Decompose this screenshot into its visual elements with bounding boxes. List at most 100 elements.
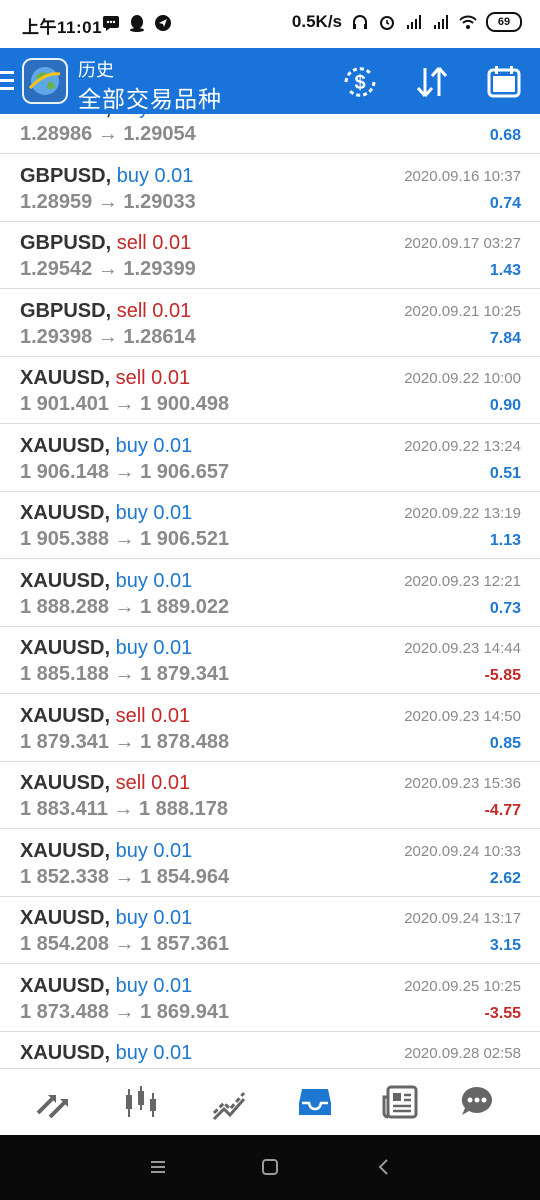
headphones-icon	[353, 15, 367, 29]
trade-side: sell 0.01	[116, 299, 192, 322]
trade-prices: 1 879.341 → 1 878.488	[20, 730, 230, 753]
trade-prices: 1 888.288 → 1 889.022	[20, 595, 230, 618]
trade-row[interactable]: XAUUSD, sell 0.01 1 879.341 → 1 878.488 20…	[0, 695, 540, 762]
trade-row[interactable]: GBPUSD, buy 0.01 1.28959 → 1.29033 2020.09…	[0, 155, 540, 222]
trade-row[interactable]: XAUUSD, buy 0.01 2020.09.28 02:58	[0, 1032, 540, 1068]
trade-side: buy 0.01	[115, 569, 193, 592]
trade-prices: 1 901.401 → 1 900.498	[20, 393, 230, 415]
trade-row[interactable]: XAUUSD, buy 0.01 1 885.188 → 1 879.341 202…	[0, 627, 540, 694]
trade-row[interactable]: XAUUSD, sell 0.01 1 901.401 → 1 900.498 20…	[0, 357, 540, 424]
trade-side: buy 0.01	[115, 434, 193, 457]
battery-icon: 69	[486, 12, 522, 32]
trade-symbol: XAUUSD	[20, 502, 105, 524]
trade-chart-icon[interactable]	[210, 1083, 248, 1121]
trade-side: buy 0.01	[115, 839, 193, 862]
page-subtitle: 历史	[78, 60, 114, 80]
trade-row[interactable]: GBPUSD, sell 0.01 1.29398 → 1.28614 2020.0…	[0, 290, 540, 357]
alarm-icon	[380, 16, 394, 30]
trade-side: buy 0.01	[115, 1042, 193, 1064]
trade-row[interactable]: GBPUSD, sell 0.01 1.29542 → 1.29399 2020.0…	[0, 222, 540, 289]
trade-side: buy 0.01	[115, 907, 193, 929]
trade-profit: 1.13	[489, 532, 521, 549]
trade-history-list[interactable]: GBPUSD, buy 0.01 1.28986 → 1.29054 2020.09…	[0, 114, 540, 1068]
trade-side: buy 0.01	[115, 502, 193, 524]
newspaper-icon[interactable]	[382, 1083, 420, 1121]
system-navigation-bar	[0, 1135, 540, 1200]
trade-prices: 1 906.148 → 1 906.657	[20, 460, 230, 483]
trade-side: buy 0.01	[117, 114, 194, 119]
trade-symbol: XAUUSD	[20, 974, 105, 997]
trade-prices: 1.28959 → 1.29033	[20, 190, 196, 213]
trade-profit: 0.73	[489, 599, 521, 617]
trade-symbol: XAUUSD	[20, 839, 105, 862]
notification-icons	[102, 14, 172, 32]
calendar-icon[interactable]	[484, 62, 524, 102]
trade-profit: 1.43	[489, 262, 521, 279]
trade-time: 2020.09.23 12:21	[404, 572, 521, 590]
trade-profit: 0.90	[489, 397, 521, 414]
trade-symbol: XAUUSD	[20, 434, 105, 457]
quotes-arrows-icon[interactable]	[34, 1083, 72, 1121]
back-icon[interactable]	[374, 1157, 394, 1177]
trade-row[interactable]: XAUUSD, buy 0.01 1 854.208 → 1 857.361 202…	[0, 897, 540, 964]
status-right: 0.5K/s 69	[292, 12, 522, 32]
trade-row[interactable]: GBPUSD, buy 0.01 1.28986 → 1.29054 2020.09…	[0, 114, 540, 154]
trade-title: GBPUSD, buy 0.01	[20, 164, 194, 187]
trade-title: XAUUSD, buy 0.01	[20, 907, 193, 929]
trade-profit: 7.84	[489, 329, 521, 347]
bottom-navigation	[0, 1068, 540, 1135]
trade-title: XAUUSD, sell 0.01	[20, 367, 191, 389]
qq-icon	[130, 15, 144, 32]
trade-row[interactable]: XAUUSD, buy 0.01 1 888.288 → 1 889.022 202…	[0, 560, 540, 627]
trade-row[interactable]: XAUUSD, sell 0.01 1 883.411 → 1 888.178 20…	[0, 762, 540, 829]
trade-row[interactable]: XAUUSD, buy 0.01 1 905.388 → 1 906.521 202…	[0, 492, 540, 559]
trade-symbol: XAUUSD	[20, 569, 105, 592]
trade-symbol: GBPUSD	[20, 299, 106, 322]
trade-time: 2020.09.21 10:25	[404, 302, 521, 320]
inbox-icon[interactable]	[296, 1083, 334, 1121]
trade-profit: 0.74	[489, 194, 521, 212]
trade-title: XAUUSD, buy 0.01	[20, 434, 193, 457]
app-bar: 历史 全部交易品种 $	[0, 48, 540, 114]
trade-profit: -5.85	[484, 667, 521, 684]
home-icon[interactable]	[260, 1157, 280, 1177]
trade-prices: 1.29542 → 1.29399	[20, 258, 196, 280]
status-time: 上午11:01	[22, 18, 103, 37]
trade-side: sell 0.01	[116, 232, 192, 254]
trade-time: 2020.09.22 13:24	[404, 437, 521, 455]
trade-profit: 3.15	[489, 937, 521, 954]
candlestick-icon[interactable]	[122, 1083, 160, 1121]
trade-time: 2020.09.16 10:36	[404, 114, 521, 117]
currency-exchange-icon[interactable]: $	[340, 62, 380, 102]
trade-prices: 1 905.388 → 1 906.521	[20, 528, 230, 550]
sort-icon[interactable]	[412, 62, 452, 102]
trade-row[interactable]: XAUUSD, buy 0.01 1 873.488 → 1 869.941 202…	[0, 965, 540, 1032]
trade-title: XAUUSD, buy 0.01	[20, 974, 193, 997]
trade-prices: 1 873.488 → 1 869.941	[20, 1000, 230, 1023]
chat-bubble-icon[interactable]	[458, 1083, 496, 1121]
trade-prices: 1.29398 → 1.28614	[20, 325, 196, 348]
trade-row[interactable]: XAUUSD, buy 0.01 1 906.148 → 1 906.657 202…	[0, 425, 540, 492]
trade-title: XAUUSD, buy 0.01	[20, 637, 193, 659]
send-icon	[155, 15, 171, 31]
trade-title: XAUUSD, sell 0.01	[20, 704, 191, 727]
trade-time: 2020.09.24 10:33	[404, 842, 521, 860]
trade-prices: 1 883.411 → 1 888.178	[20, 798, 228, 820]
page-title[interactable]: 全部交易品种	[78, 80, 222, 114]
trade-time: 2020.09.23 15:36	[404, 775, 521, 792]
trade-profit: 2.62	[489, 869, 521, 887]
trade-symbol: XAUUSD	[20, 1042, 105, 1064]
trade-side: sell 0.01	[115, 704, 191, 727]
hamburger-menu-icon[interactable]	[0, 66, 16, 96]
trade-time: 2020.09.23 14:44	[404, 640, 521, 657]
trade-symbol: GBPUSD	[20, 232, 106, 254]
trade-side: sell 0.01	[115, 367, 191, 389]
trade-title: XAUUSD, buy 0.01	[20, 839, 193, 862]
trade-time: 2020.09.28 02:58	[404, 1045, 521, 1062]
trade-prices: 1 852.338 → 1 854.964	[20, 865, 230, 888]
hd-signal-icon	[407, 15, 421, 29]
trade-profit: 0.85	[489, 734, 521, 752]
trade-row[interactable]: XAUUSD, buy 0.01 1 852.338 → 1 854.964 202…	[0, 830, 540, 897]
recents-icon[interactable]	[148, 1157, 168, 1177]
trade-symbol: XAUUSD	[20, 772, 105, 794]
